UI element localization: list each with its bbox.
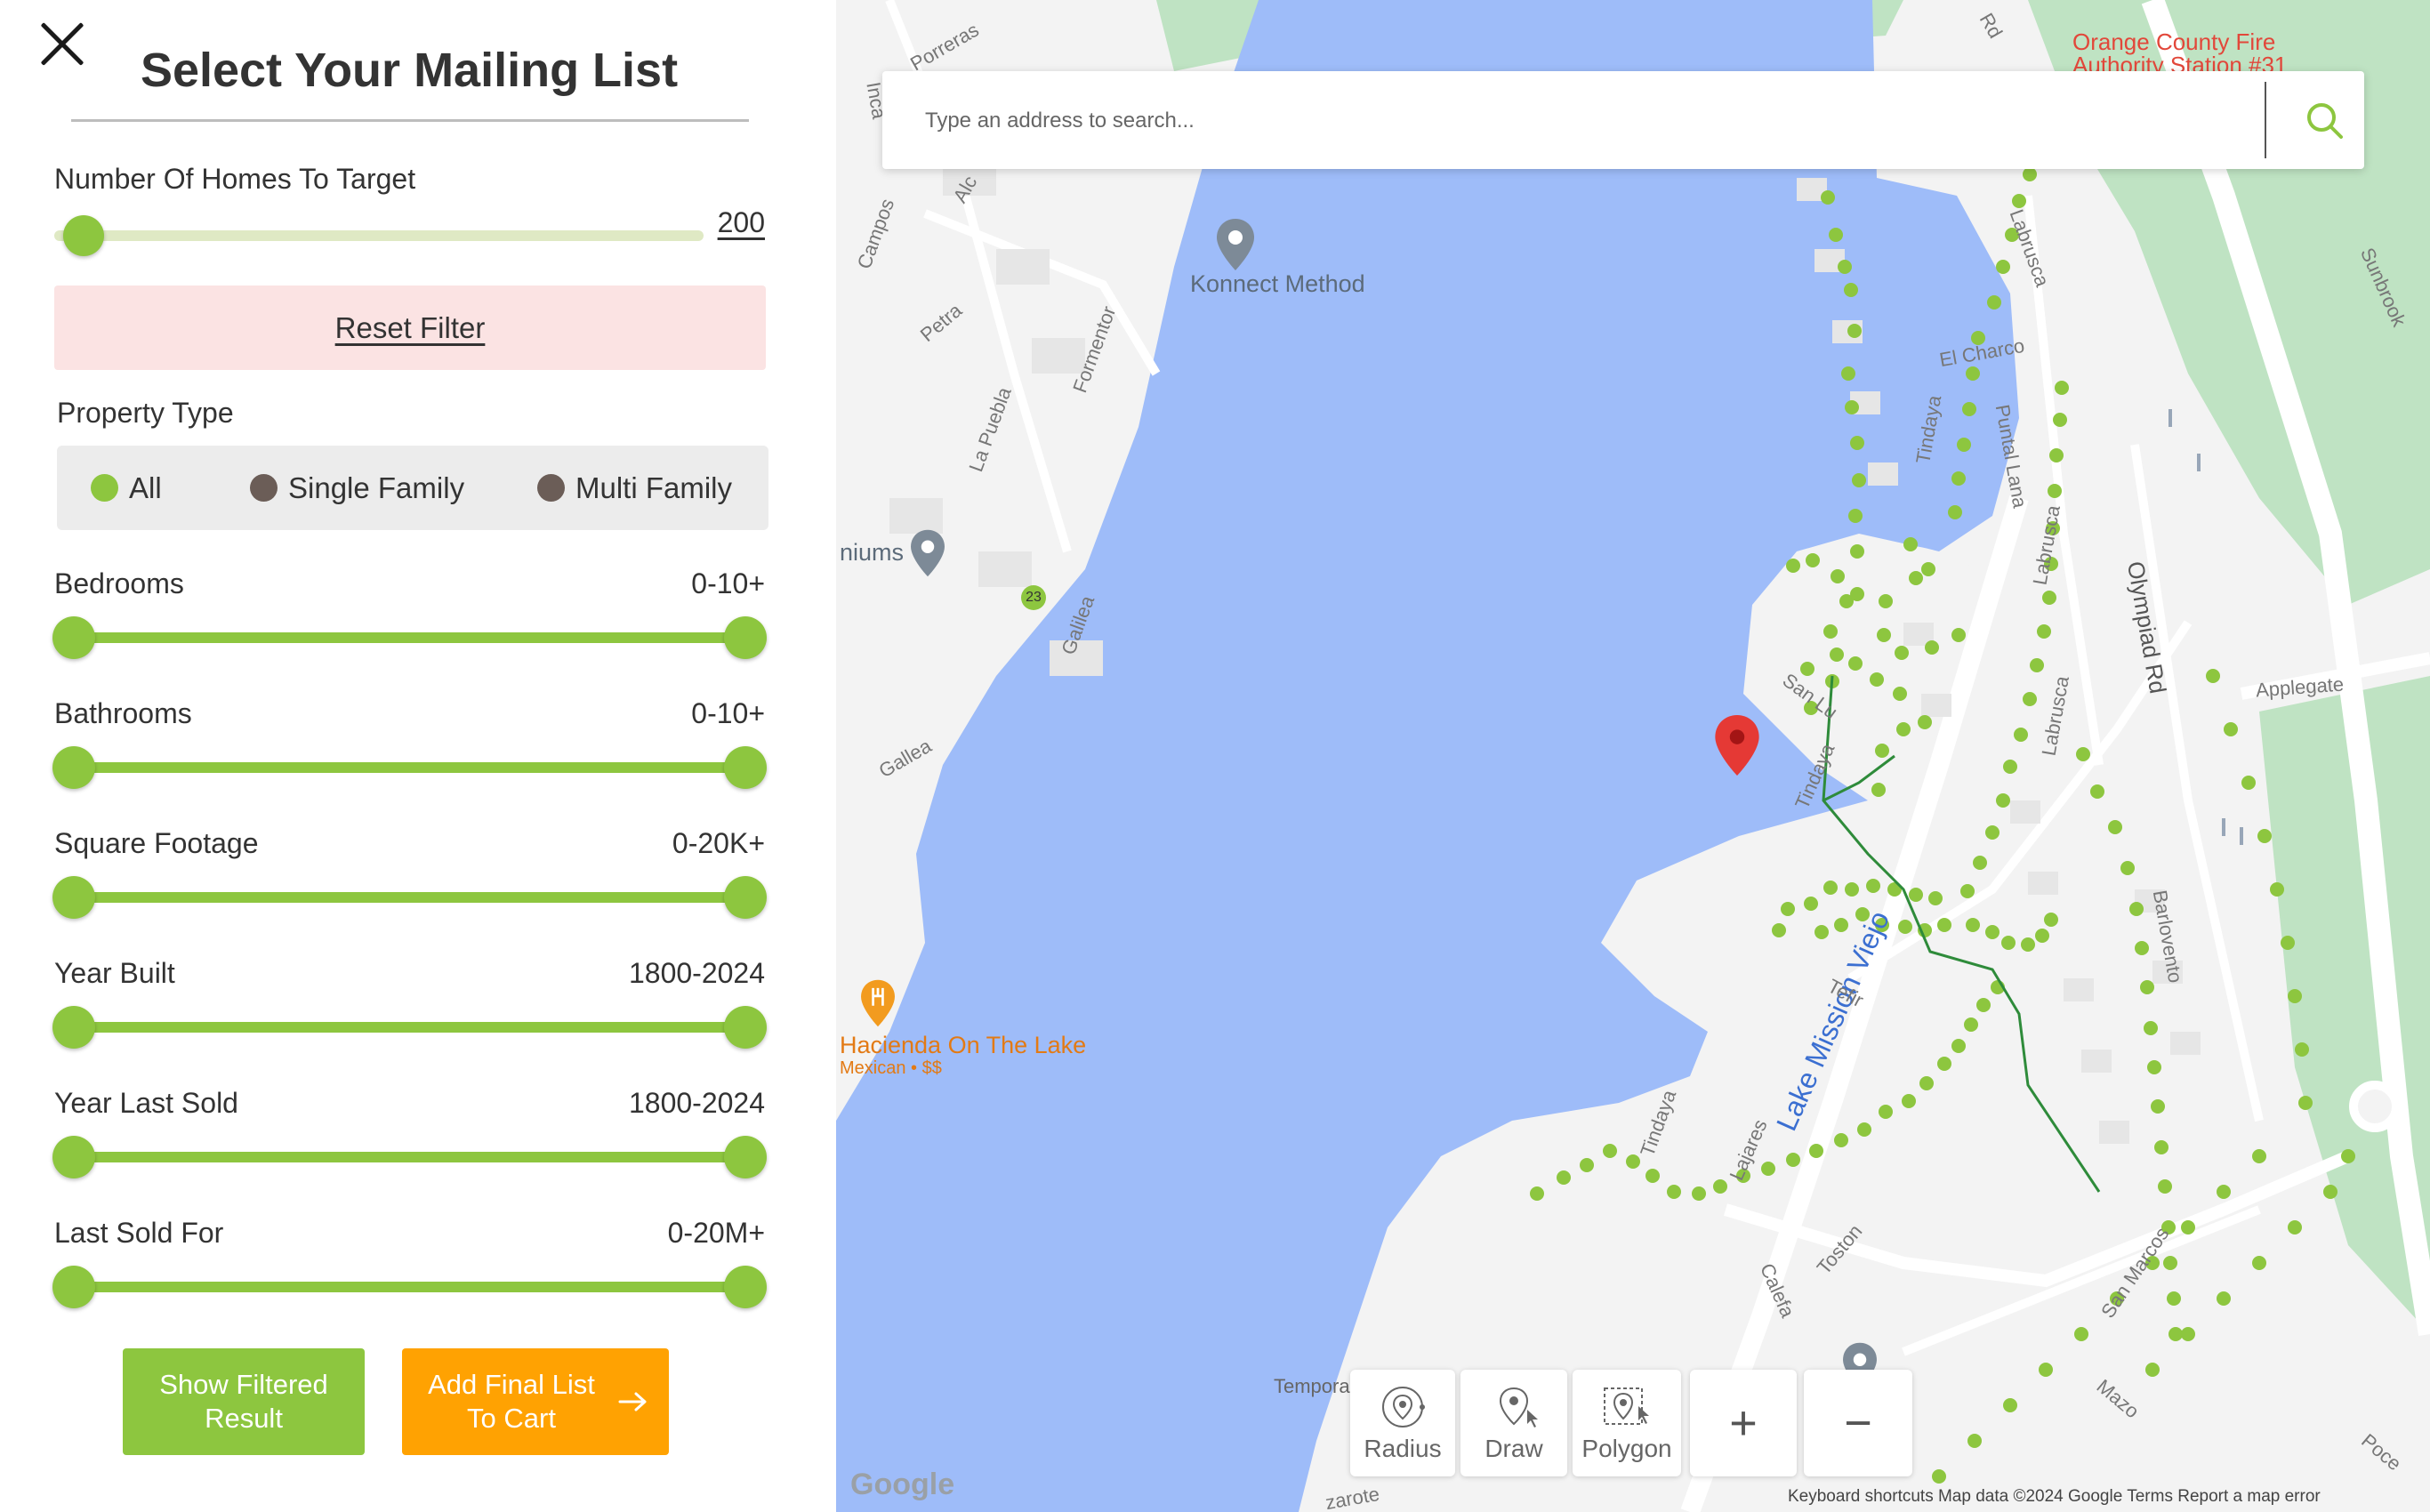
radius-icon <box>1382 1387 1425 1428</box>
draw-tool-button[interactable]: Draw <box>1460 1370 1567 1476</box>
bathrooms-label: Bathrooms <box>54 697 192 729</box>
polygon-icon <box>1604 1387 1649 1425</box>
bathrooms-min-handle[interactable] <box>52 746 95 789</box>
year-last-sold-max-handle[interactable] <box>724 1136 767 1178</box>
poi-niums[interactable]: niums <box>840 539 904 567</box>
square-footage-label: Square Footage <box>54 827 259 859</box>
homes-slider-track[interactable] <box>54 230 704 241</box>
year-last-sold-min-handle[interactable] <box>52 1136 95 1178</box>
tool-label: Polygon <box>1581 1435 1672 1462</box>
year-last-sold-range-track[interactable] <box>73 1152 745 1162</box>
property-type-group: All Single Family Multi Family <box>57 446 768 530</box>
bedrooms-min-handle[interactable] <box>52 616 95 659</box>
draw-icon <box>1499 1387 1538 1428</box>
polygon-tool-button[interactable]: Polygon <box>1573 1370 1681 1476</box>
homes-label: Number Of Homes To Target <box>54 163 416 195</box>
tool-label: Draw <box>1485 1435 1543 1462</box>
address-search-bar <box>882 71 2364 171</box>
property-type-single-family[interactable]: Single Family <box>250 446 464 530</box>
last-sold-for-label: Last Sold For <box>54 1217 224 1249</box>
year-built-value: 1800-2024 <box>628 957 765 989</box>
property-type-all[interactable]: All <box>91 446 162 530</box>
square-footage-range-track[interactable] <box>73 892 745 903</box>
poi-fire-station[interactable]: Orange County Fire Authority Station #31 <box>2072 30 2330 75</box>
property-type-multi-family[interactable]: Multi Family <box>537 446 732 530</box>
year-built-range-track[interactable] <box>73 1022 745 1033</box>
filter-panel: Select Your Mailing List Number Of Homes… <box>0 0 818 1512</box>
radius-tool-button[interactable]: Radius <box>1350 1370 1455 1476</box>
poi-hacienda[interactable]: Hacienda On The Lake <box>840 1032 1086 1059</box>
last-sold-for-min-handle[interactable] <box>52 1266 95 1308</box>
button-label: Add Final List To Cart <box>428 1369 595 1434</box>
radio-unselected-icon <box>537 474 565 502</box>
property-type-label: Property Type <box>57 397 234 429</box>
add-to-cart-button[interactable]: Add Final List To Cart <box>402 1348 669 1455</box>
bedrooms-max-handle[interactable] <box>724 616 767 659</box>
route-badge: 23 <box>1021 585 1046 610</box>
address-search-input[interactable] <box>923 71 2243 171</box>
radio-label: Single Family <box>288 470 465 504</box>
search-divider <box>2265 82 2266 158</box>
homes-slider-handle[interactable] <box>63 215 104 256</box>
tool-label: Radius <box>1364 1435 1442 1462</box>
panel-title: Select Your Mailing List <box>140 44 679 97</box>
location-pin-icon[interactable] <box>1215 217 1256 272</box>
poi-hacienda-category: Mexican • $$ <box>840 1058 942 1078</box>
radio-selected-icon <box>91 474 118 502</box>
bathrooms-range-track[interactable] <box>73 762 745 773</box>
last-sold-for-range-track[interactable] <box>73 1282 745 1292</box>
bathrooms-max-handle[interactable] <box>724 746 767 789</box>
title-divider <box>71 119 749 122</box>
radio-unselected-icon <box>250 474 278 502</box>
last-sold-for-max-handle[interactable] <box>724 1266 767 1308</box>
poi-konnect-method[interactable]: Konnect Method <box>1190 270 1365 298</box>
google-logo: Google <box>850 1468 955 1501</box>
square-footage-min-handle[interactable] <box>52 876 95 919</box>
bedrooms-range-track[interactable] <box>73 632 745 643</box>
square-footage-max-handle[interactable] <box>724 876 767 919</box>
search-icon[interactable] <box>2297 92 2354 149</box>
restaurant-pin-icon[interactable] <box>859 978 897 1028</box>
last-sold-for-value: 0-20M+ <box>667 1217 765 1249</box>
radio-label: All <box>129 470 162 504</box>
radio-label: Multi Family <box>575 470 733 504</box>
reset-filter-button[interactable]: Reset Filter <box>54 286 766 370</box>
bedrooms-label: Bedrooms <box>54 567 184 599</box>
year-built-label: Year Built <box>54 957 175 989</box>
bedrooms-value: 0-10+ <box>691 567 765 599</box>
target-marker-icon[interactable] <box>1713 712 1761 779</box>
year-built-max-handle[interactable] <box>724 1006 767 1049</box>
year-built-min-handle[interactable] <box>52 1006 95 1049</box>
show-filtered-result-button[interactable]: Show Filtered Result <box>123 1348 365 1455</box>
map-base-layer <box>836 0 2430 1512</box>
homes-value: 200 <box>717 206 765 238</box>
poi-tempora[interactable]: Tempora <box>1274 1375 1350 1398</box>
button-label: Show Filtered Result <box>159 1369 328 1434</box>
year-last-sold-label: Year Last Sold <box>54 1087 238 1119</box>
bathrooms-value: 0-10+ <box>691 697 765 729</box>
map-canvas[interactable]: Konnect Method niums Hacienda On The Lak… <box>836 0 2430 1512</box>
location-pin-icon[interactable] <box>909 528 946 578</box>
zoom-in-button[interactable]: + <box>1690 1370 1797 1476</box>
zoom-out-button[interactable]: − <box>1804 1370 1912 1476</box>
arrow-right-icon <box>618 1392 647 1411</box>
year-last-sold-value: 1800-2024 <box>628 1087 765 1119</box>
map-attribution[interactable]: Keyboard shortcuts Map data ©2024 Google… <box>1788 1487 2321 1507</box>
square-footage-value: 0-20K+ <box>672 827 765 859</box>
